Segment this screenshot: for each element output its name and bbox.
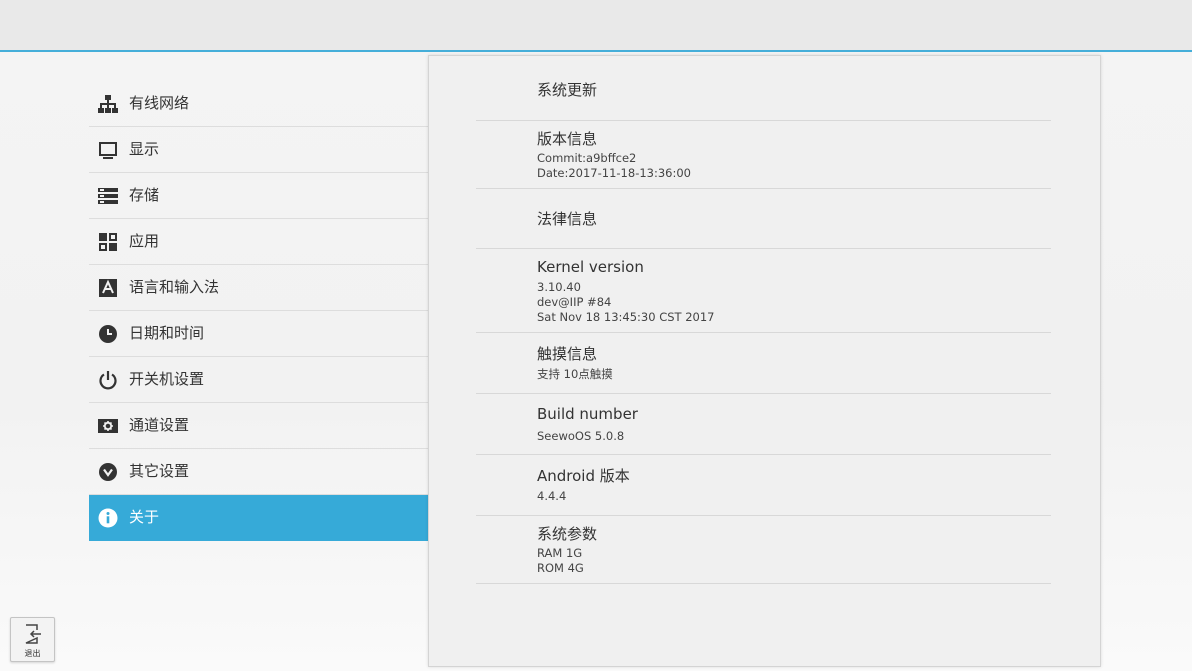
- build-number-row: Build number SeewoOS 5.0.8: [476, 394, 1051, 455]
- sidebar-item-label: 其它设置: [129, 462, 190, 480]
- row-title: 系统参数: [537, 525, 598, 543]
- sidebar-item-label: 应用: [129, 232, 160, 250]
- sidebar-item-storage[interactable]: 存储: [89, 173, 428, 219]
- sidebar-item-language-input[interactable]: 语言和输入法: [89, 265, 428, 311]
- sidebar-item-label: 存储: [129, 186, 160, 204]
- row-title: 系统更新: [537, 81, 598, 99]
- sidebar-item-label: 日期和时间: [129, 324, 205, 342]
- commit-value: Commit:a9bffce2: [537, 151, 637, 165]
- touch-info-row: 触摸信息 支持 10点触摸: [476, 333, 1051, 394]
- sidebar-item-wired-network[interactable]: 有线网络: [89, 81, 428, 127]
- about-panel: 系统更新 版本信息 Commit:a9bffce2 Date:2017-11-1…: [428, 55, 1101, 667]
- info-icon: [97, 507, 119, 529]
- sidebar-item-about[interactable]: 关于: [89, 495, 428, 541]
- sidebar-item-label: 有线网络: [129, 94, 190, 112]
- sidebar-item-label: 显示: [129, 140, 160, 158]
- sidebar-item-label: 开关机设置: [129, 370, 205, 388]
- kernel-date-value: Sat Nov 18 13:45:30 CST 2017: [537, 310, 715, 324]
- sidebar-item-power[interactable]: 开关机设置: [89, 357, 428, 403]
- exit-icon: [23, 623, 43, 649]
- sidebar-item-date-time[interactable]: 日期和时间: [89, 311, 428, 357]
- version-info-row[interactable]: 版本信息 Commit:a9bffce2 Date:2017-11-18-13:…: [476, 120, 1051, 189]
- sidebar-item-channel[interactable]: 通道设置: [89, 403, 428, 449]
- row-title: 触摸信息: [537, 345, 598, 363]
- kernel-version-row: Kernel version 3.10.40 dev@IIP #84 Sat N…: [476, 249, 1051, 333]
- row-title: 法律信息: [537, 210, 598, 228]
- sidebar-item-apps[interactable]: 应用: [89, 219, 428, 265]
- sidebar-item-label: 关于: [129, 508, 160, 526]
- display-icon: [97, 139, 119, 161]
- language-icon: [97, 277, 119, 299]
- network-icon: [97, 93, 119, 115]
- system-params-row: 系统参数 RAM 1G ROM 4G: [476, 516, 1051, 584]
- row-title: Kernel version: [537, 258, 644, 276]
- row-title: Android 版本: [537, 467, 630, 485]
- chevron-down-icon: [97, 461, 119, 483]
- exit-label: 退出: [24, 649, 41, 658]
- row-title: Build number: [537, 405, 638, 423]
- kernel-version-value: 3.10.40: [537, 280, 581, 294]
- android-version-row: Android 版本 4.4.4: [476, 455, 1051, 516]
- system-update-row[interactable]: 系统更新: [476, 56, 1051, 121]
- ram-value: RAM 1G: [537, 546, 583, 560]
- kernel-host-value: dev@IIP #84: [537, 295, 612, 309]
- storage-icon: [97, 185, 119, 207]
- sidebar-item-display[interactable]: 显示: [89, 127, 428, 173]
- clock-icon: [97, 323, 119, 345]
- sidebar-item-label: 通道设置: [129, 416, 190, 434]
- exit-button[interactable]: 退出: [10, 617, 55, 662]
- row-title: 版本信息: [537, 130, 598, 148]
- sidebar-item-label: 语言和输入法: [129, 278, 220, 296]
- touch-info-value: 支持 10点触摸: [537, 367, 613, 381]
- android-version-value: 4.4.4: [537, 489, 567, 503]
- apps-icon: [97, 231, 119, 253]
- build-number-value: SeewoOS 5.0.8: [537, 429, 625, 443]
- settings-sidebar: 有线网络 显示 存储 应用 语言和输入法 日期和时间 开关机设置 通道设置 其它…: [89, 81, 428, 541]
- rom-value: ROM 4G: [537, 561, 584, 575]
- build-date-value: Date:2017-11-18-13:36:00: [537, 166, 691, 180]
- power-icon: [97, 369, 119, 391]
- legal-info-row[interactable]: 法律信息: [476, 189, 1051, 249]
- top-bar: [0, 0, 1192, 52]
- sidebar-item-other-settings[interactable]: 其它设置: [89, 449, 428, 495]
- channel-icon: [97, 415, 119, 437]
